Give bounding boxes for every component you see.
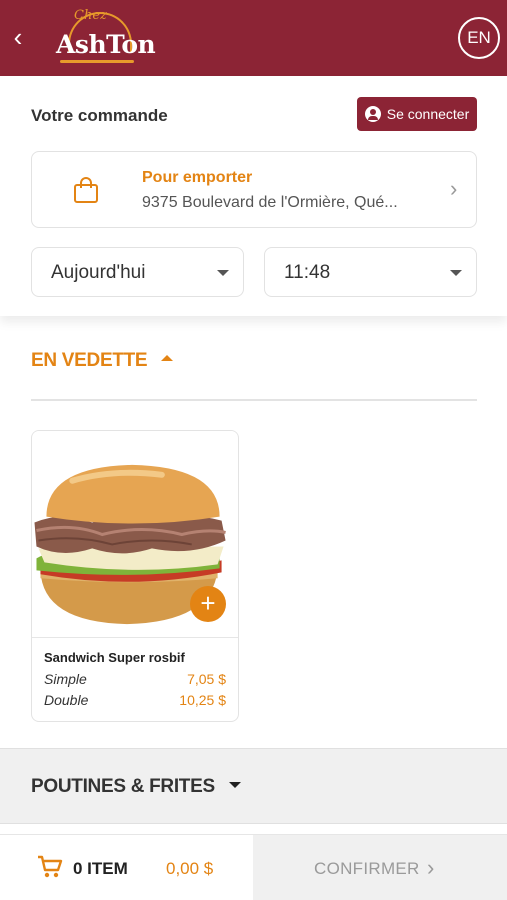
back-button[interactable]: ‹ (6, 22, 30, 52)
restaurant-logo[interactable]: Chez AshTon (52, 6, 156, 68)
order-panel: Votre commande Se connecter Pour emporte… (0, 76, 507, 316)
product-option-row[interactable]: Simple 7,05 $ (44, 671, 226, 687)
category-section-toggle[interactable]: POUTINES & FRITES (0, 748, 507, 824)
logo-script-text: Chez (74, 8, 107, 23)
cart-total: 0,00 $ (166, 859, 214, 878)
option-label: Simple (44, 671, 87, 687)
product-card[interactable]: + Sandwich Super rosbif Simple 7,05 $ Do… (31, 430, 239, 722)
pickup-mode-label: Pour emporter (142, 169, 253, 186)
day-select[interactable]: Aujourd'hui (31, 247, 244, 297)
user-icon (364, 106, 381, 122)
add-to-cart-button[interactable]: + (190, 586, 226, 622)
cart-bottom-bar: 0 ITEM 0,00 $ CONFIRMER › (0, 834, 507, 900)
featured-section-toggle[interactable]: EN VEDETTE (31, 350, 174, 372)
chevron-right-icon: › (427, 855, 435, 880)
login-button[interactable]: Se connecter (357, 97, 477, 131)
cart-item-count: 0 ITEM (73, 859, 128, 878)
confirm-label: CONFIRMER (314, 859, 420, 878)
option-price: 10,25 $ (179, 692, 226, 708)
category-title: POUTINES & FRITES (31, 776, 215, 797)
shopping-bag-icon (74, 177, 98, 203)
section-divider (31, 399, 477, 401)
time-select-value: 11:48 (284, 262, 331, 283)
pickup-location-card[interactable]: Pour emporter 9375 Boulevard de l'Ormièr… (31, 151, 477, 228)
chevron-left-icon: ‹ (13, 22, 23, 52)
login-button-label: Se connecter (386, 106, 470, 122)
language-toggle-button[interactable]: EN (458, 17, 500, 59)
option-label: Double (44, 692, 89, 708)
order-title: Votre commande (31, 106, 168, 125)
confirm-order-button[interactable]: CONFIRMER › (253, 835, 507, 900)
category-title-wrapper: POUTINES & FRITES (31, 776, 241, 798)
cart-summary[interactable]: 0 ITEM 0,00 $ (0, 835, 253, 900)
time-select[interactable]: 11:48 (264, 247, 477, 297)
day-select-value: Aujourd'hui (51, 262, 146, 283)
product-option-row[interactable]: Double 10,25 $ (44, 692, 226, 708)
product-name: Sandwich Super rosbif (44, 650, 185, 665)
caret-down-icon (450, 270, 462, 276)
caret-up-icon (161, 354, 174, 361)
chevron-right-icon: › (450, 176, 458, 201)
caret-down-icon (217, 270, 229, 276)
shopping-cart-icon (38, 855, 63, 878)
top-app-bar: ‹ Chez AshTon EN (0, 0, 507, 76)
featured-section-title: EN VEDETTE (31, 350, 148, 371)
logo-name: AshTon (56, 30, 156, 59)
caret-down-icon (228, 781, 241, 788)
pickup-address: 9375 Boulevard de l'Ormière, Qué... (142, 194, 398, 211)
logo-underline (60, 60, 134, 63)
option-price: 7,05 $ (187, 671, 226, 687)
